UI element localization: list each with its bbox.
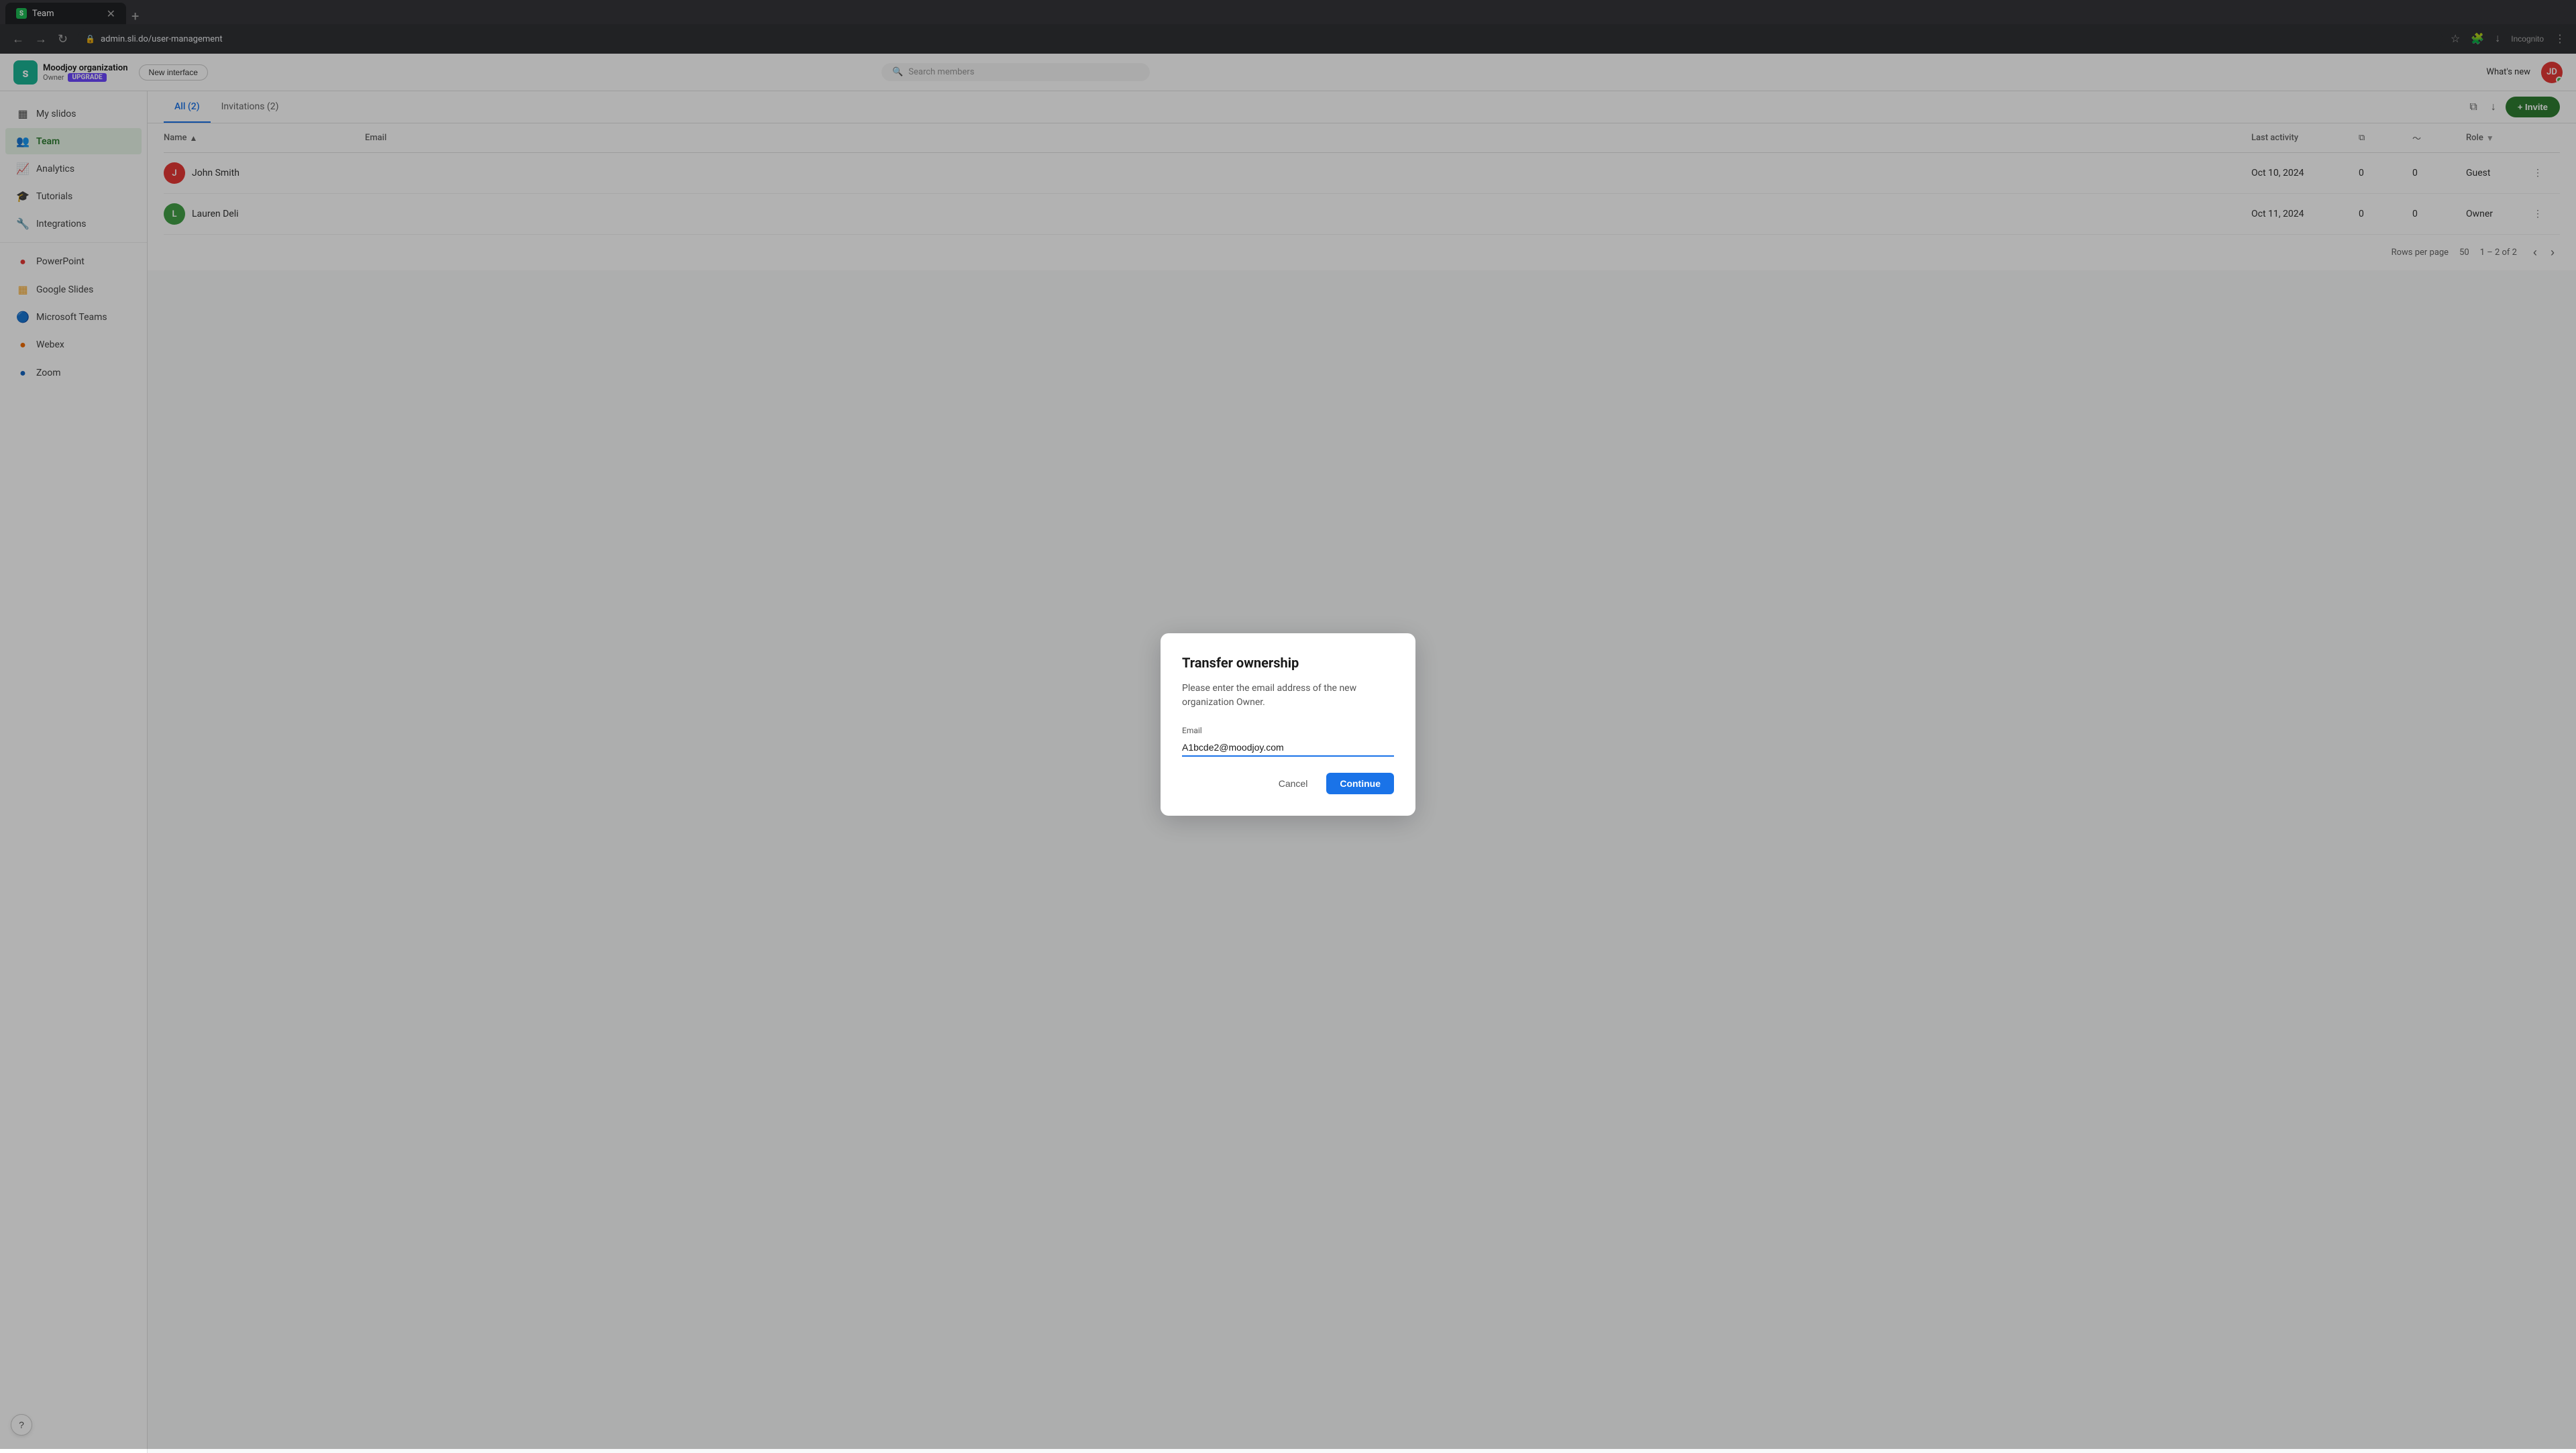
- modal-description: Please enter the email address of the ne…: [1182, 682, 1394, 710]
- modal-email-label: Email: [1182, 726, 1394, 735]
- modal: Transfer ownership Please enter the emai…: [1161, 633, 1415, 816]
- modal-actions: Cancel Continue: [1182, 773, 1394, 794]
- modal-input-group: Email: [1182, 726, 1394, 757]
- modal-title: Transfer ownership: [1182, 655, 1394, 671]
- modal-overlay: Transfer ownership Please enter the emai…: [0, 0, 2576, 1449]
- cancel-button[interactable]: Cancel: [1268, 773, 1319, 794]
- modal-email-input[interactable]: [1182, 739, 1394, 757]
- continue-button[interactable]: Continue: [1326, 773, 1394, 794]
